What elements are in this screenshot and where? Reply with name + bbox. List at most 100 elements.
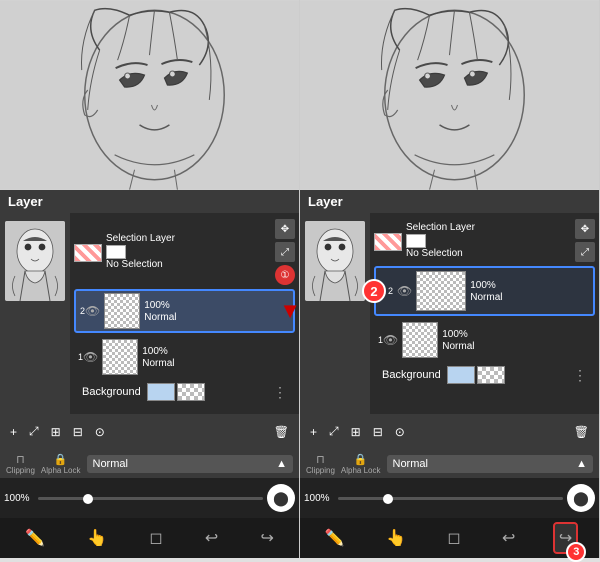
layer-eye-1-1[interactable]: 👁 [83, 350, 98, 364]
eraser-btn-1[interactable]: ◻ [145, 524, 166, 552]
sel-icon-p2-1[interactable]: ✥ [575, 219, 595, 239]
smudge-btn-2[interactable]: 👆 [382, 524, 410, 552]
alpha-lock-btn-1[interactable]: 🔒 Alpha Lock [41, 453, 81, 475]
layer-thumb-1-p2 [402, 322, 438, 358]
undo-btn-2[interactable]: ↩ [498, 524, 519, 552]
normal-mode-select-1[interactable]: Normal ▲ [87, 455, 294, 473]
transform-btn-2[interactable]: ⤢ [325, 422, 343, 442]
redo-btn-1[interactable]: ↪ [256, 524, 277, 552]
alpha-lock-btn-2[interactable]: 🔒 Alpha Lock [341, 453, 381, 475]
layer-thumb-col-2 [300, 213, 370, 414]
layer-mode-2-p2: Normal [470, 292, 587, 303]
delete-btn-2[interactable]: 🗑 [570, 423, 593, 442]
layer-title-1: Layer [8, 194, 43, 209]
camera-icon-1: ⊙ [95, 425, 105, 439]
layer-header-2: Layer [300, 190, 599, 213]
zoom-track-2 [338, 497, 563, 500]
layer-eye-2-p2[interactable]: 👁 [397, 284, 412, 298]
bottom-nav-2: 100% ⬤ [300, 478, 599, 518]
delete-icon-1: 🗑 [274, 425, 289, 439]
add-layer-type-btn-1[interactable]: ⊞ [47, 423, 65, 442]
sel-icon-p2-2[interactable]: ⤢ [575, 242, 595, 262]
char-thumbnail-2 [305, 221, 365, 301]
color-circle-1[interactable]: ⬤ [267, 484, 295, 512]
zoom-label-2: 100% [304, 493, 330, 504]
plus-icon-1: + [10, 425, 17, 439]
add-layer-btn-2[interactable]: + [306, 423, 321, 442]
layer-eye-1-p2[interactable]: 👁 [383, 333, 398, 347]
camera-btn-1[interactable]: ⊙ [91, 423, 109, 442]
clipping-btn-1[interactable]: ⊓ Clipping [6, 453, 35, 475]
selection-info-1: Selection Layer No Selection [106, 233, 175, 271]
mode-bar-1: ⊓ Clipping 🔒 Alpha Lock Normal ▲ [0, 450, 299, 478]
red-arrow-down: ▼ [279, 300, 301, 322]
mask-icon-2: ⊟ [373, 425, 383, 439]
delete-btn-1[interactable]: 🗑 [270, 423, 293, 442]
no-selection-label-2: No Selection [406, 248, 475, 260]
zoom-track-1 [38, 497, 263, 500]
sel-icon-2[interactable]: ⤢ [275, 242, 295, 262]
normal-mode-select-2[interactable]: Normal ▲ [387, 455, 594, 473]
transform-btn-1[interactable]: ⤢ [25, 422, 43, 442]
sel-icon-3[interactable]: ① [275, 265, 295, 285]
layer-thumb-2-1 [104, 293, 140, 329]
layer-panel-1: Layer [0, 190, 299, 450]
smudge-btn-1[interactable]: 👆 [83, 524, 111, 552]
selection-info-2: Selection Layer No Selection [406, 222, 475, 260]
eraser-btn-2[interactable]: ◻ [443, 524, 464, 552]
zoom-slider-2[interactable] [338, 497, 563, 500]
layer-list-2: Selection Layer No Selection ✥ ⤢ 2 [370, 213, 599, 414]
sketch-area-1 [0, 0, 299, 190]
layer-row-2-panel2[interactable]: 2 2 👁 100% Normal [374, 266, 595, 316]
layer-eye-2-1[interactable]: 👁 [85, 304, 100, 318]
no-selection-label-1: No Selection [106, 259, 175, 271]
layer-header-1: Layer [0, 190, 299, 213]
step-num-3: 3 [566, 542, 586, 562]
layer-mode-1-1: Normal [142, 358, 291, 369]
layer-content-2: Selection Layer No Selection ✥ ⤢ 2 [300, 213, 599, 414]
layer-list-1: Selection Layer No Selection ✥ ⤢ ① 2 [70, 213, 299, 414]
selection-layer-label-2: Selection Layer [406, 222, 475, 234]
char-thumbnail-1 [5, 221, 65, 301]
clipping-btn-2[interactable]: ⊓ Clipping [306, 453, 335, 475]
redo-container-2: ↪ 3 [553, 522, 578, 554]
selection-preview-2 [374, 233, 402, 251]
layer-panel-2: Layer [300, 190, 599, 450]
chevron-icon-2: ▲ [576, 458, 587, 470]
bg-options-1[interactable]: ⋮ [273, 384, 287, 401]
zoom-handle-2[interactable] [383, 494, 393, 504]
mask-btn-2[interactable]: ⊟ [369, 423, 387, 442]
zoom-handle-1[interactable] [83, 494, 93, 504]
layer-info-1-1: 100% Normal [142, 346, 291, 369]
no-selection-box-1 [106, 245, 126, 259]
panel-1: Layer [0, 0, 300, 558]
layer-thumb-col-1 [0, 213, 70, 414]
sel-icon-1[interactable]: ✥ [275, 219, 295, 239]
panel-2: Layer [300, 0, 600, 558]
camera-btn-2[interactable]: ⊙ [391, 423, 409, 442]
tool-nav-1: ✏️ 👆 ◻ ↩ ↪ [0, 518, 299, 558]
layer-toolbar-1: + ⤢ ⊞ ⊟ ⊙ 🗑 [0, 414, 299, 450]
layer-row-2-panel1[interactable]: 2 👁 100% Normal ▼ [74, 289, 295, 333]
layer-info-2-p2: 100% Normal [470, 280, 587, 303]
layer-thumb-2-p2 [416, 271, 466, 311]
camera-icon-2: ⊙ [395, 425, 405, 439]
color-circle-2[interactable]: ⬤ [567, 484, 595, 512]
add-layer-type-btn-2[interactable]: ⊞ [347, 423, 365, 442]
add-type-icon-2: ⊞ [351, 425, 361, 439]
bg-label-2: Background [382, 369, 441, 381]
bg-options-2[interactable]: ⋮ [573, 367, 587, 384]
layer-row-1-panel2[interactable]: 1 👁 100% Normal [374, 320, 595, 360]
layer-row-1-panel1[interactable]: 1 👁 100% Normal [74, 337, 295, 377]
brush-btn-2[interactable]: ✏️ [321, 524, 349, 552]
zoom-slider-1[interactable] [38, 497, 263, 500]
bg-row-2: Background ⋮ [374, 364, 595, 386]
brush-btn-1[interactable]: ✏️ [21, 524, 49, 552]
mask-btn-1[interactable]: ⊟ [69, 423, 87, 442]
step-num-2: 2 [362, 279, 386, 303]
selection-layer-row-2: Selection Layer No Selection ✥ ⤢ [370, 217, 599, 264]
zoom-label-1: 100% [4, 493, 30, 504]
add-layer-btn-1[interactable]: + [6, 423, 21, 442]
undo-btn-1[interactable]: ↩ [201, 524, 222, 552]
mask-icon-1: ⊟ [73, 425, 83, 439]
